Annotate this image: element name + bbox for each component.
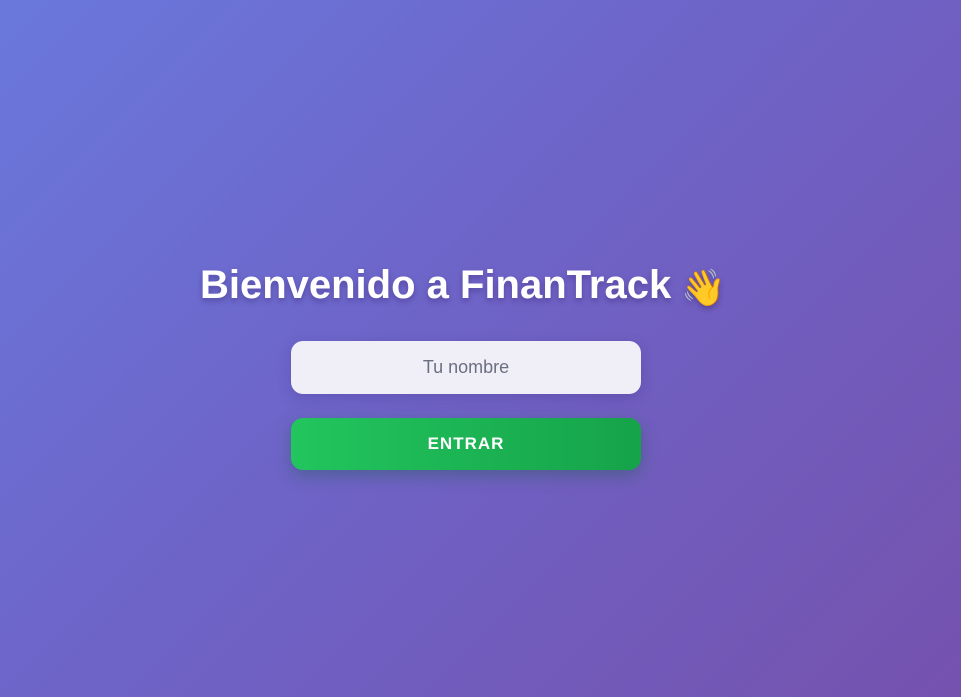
enter-button[interactable]: ENTRAR (291, 418, 641, 470)
name-input[interactable] (291, 341, 641, 394)
page-title-text: Bienvenido a FinanTrack (199, 263, 672, 307)
page-title: Bienvenido a FinanTrack 👋 (0, 262, 926, 311)
waving-hand-icon: 👋 (681, 267, 727, 308)
welcome-screen: Bienvenido a FinanTrack👋 ENTRAR (0, 0, 961, 697)
